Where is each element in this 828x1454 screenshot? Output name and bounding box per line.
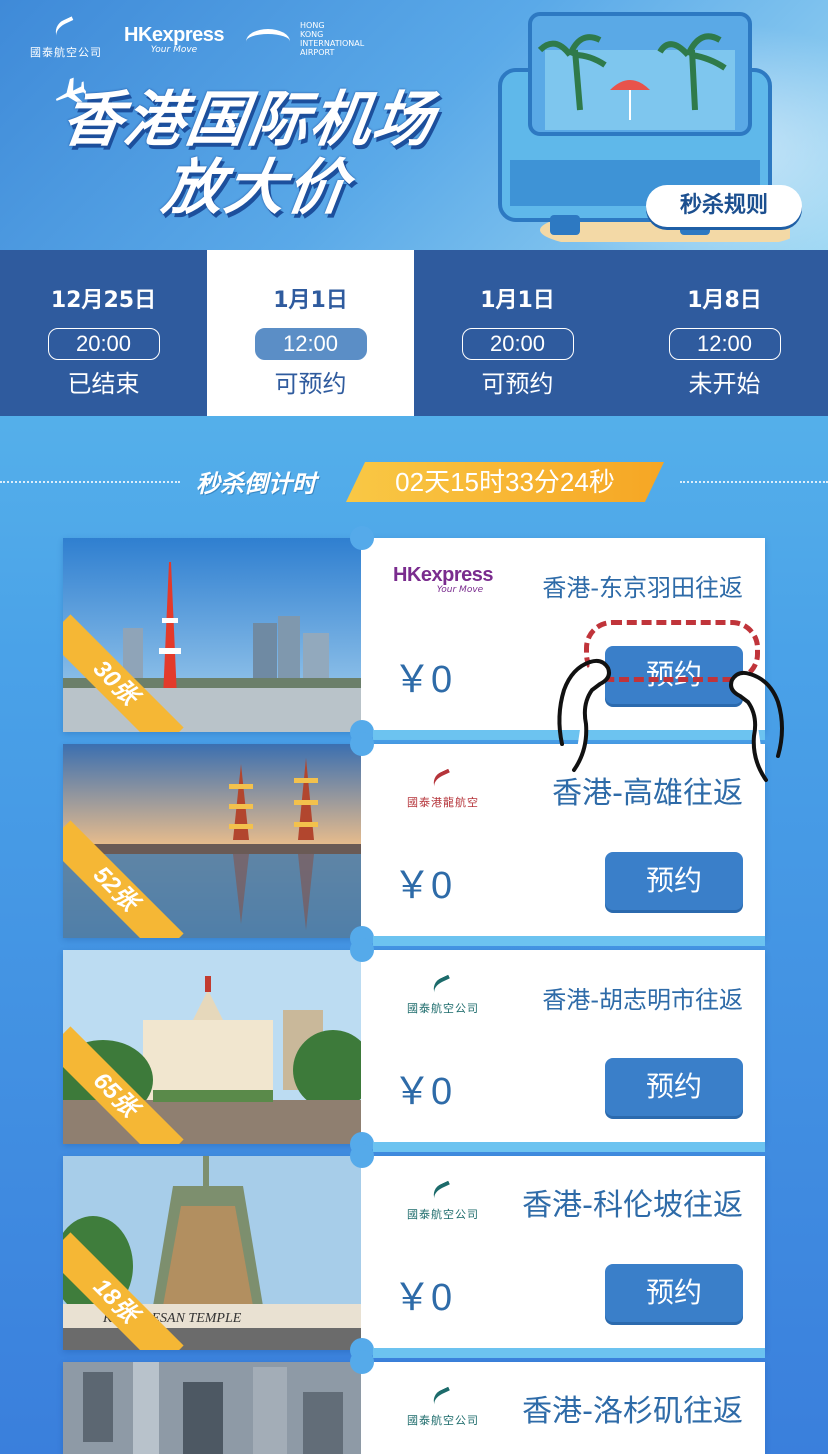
route-title: 香港-胡志明市往返 [542,986,743,1014]
banner-title: 香港国际机场 放大价 [57,85,440,223]
rules-button[interactable]: 秒杀规则 [646,185,802,227]
cathay-brushwing-icon [430,1388,456,1408]
partner-logos: 國泰航空公司 HKexpress Your Move HONG KONG INT… [30,18,364,60]
countdown-label: 秒杀倒计时 [196,470,316,498]
tab-session-4[interactable]: 1月8日 12:00 未开始 [621,250,828,416]
route-title: 香港-洛杉矶往返 [522,1394,743,1429]
promo-banner: 國泰航空公司 HKexpress Your Move HONG KONG INT… [0,0,828,250]
divider [0,481,180,483]
ticket-count-badge: 65张 [63,1026,184,1144]
route-title: 香港-东京羽田往返 [542,574,743,602]
airline-logo-cathay: 國泰航空公司 [393,1182,493,1222]
ticket-count-badge: 18张 [63,1232,184,1350]
tab-session-2[interactable]: 1月1日 12:00 可预约 [207,250,414,416]
airline-logo-cathay-dragon: 國泰港龍航空 [393,770,493,810]
airline-logo-cathay: 國泰航空公司 [393,976,493,1016]
airline-logo-cathay: 國泰航空公司 [393,1388,493,1428]
tap-hint-left-hand-icon [557,658,611,772]
book-button[interactable]: 预约 [605,852,743,910]
countdown-timer: 02天15时33分24秒 [346,462,664,502]
price: ￥0 [393,1277,453,1319]
hkexpress-logo: HKexpress Your Move [124,23,225,55]
cathay-brushwing-icon [430,976,456,996]
price: ￥0 [393,865,453,907]
cathay-brushwing-icon [53,18,79,40]
tab-session-1[interactable]: 12月25日 20:00 已结束 [0,250,207,416]
deal-card-losangeles: 國泰航空公司 香港-洛杉矶往返 [63,1350,765,1454]
book-button[interactable]: 预约 [605,1058,743,1116]
book-button[interactable]: 预约 [605,1264,743,1322]
hkia-mark-icon [246,23,294,55]
countdown-bar: 秒杀倒计时 02天15时33分24秒 [0,460,828,504]
ticket-count-badge: 52张 [63,820,184,938]
route-title: 香港-科伦坡往返 [522,1188,743,1223]
session-tabs: 12月25日 20:00 已结束 1月1日 12:00 可预约 1月1日 20:… [0,250,828,416]
hkia-logo: HONG KONG INTERNATIONAL AIRPORT [246,21,364,57]
deal-card-colombo: KATHIRESAN TEMPLE 18张 國泰航空公司 香港-科伦坡往返 ￥0… [63,1144,765,1362]
cathay-logo: 國泰航空公司 [30,18,102,60]
route-title: 香港-高雄往返 [552,776,743,811]
ticket-count-badge: 30张 [63,614,184,732]
price: ￥0 [393,659,453,701]
deal-card-kaohsiung: 52张 國泰港龍航空 香港-高雄往返 ￥0 预约 [63,732,765,950]
cathay-brushwing-icon [430,770,456,790]
price: ￥0 [393,1071,453,1113]
divider [680,481,828,483]
tab-session-3[interactable]: 1月1日 20:00 可预约 [414,250,621,416]
tap-hint-right-hand-icon [729,670,784,782]
destination-photo-losangeles [63,1362,361,1454]
deal-card-hochiminh: 65张 國泰航空公司 香港-胡志明市往返 ￥0 预约 [63,938,765,1156]
cathay-brushwing-icon [430,1182,456,1202]
airline-logo-hkexpress: HKexpress Your Move [393,564,494,595]
